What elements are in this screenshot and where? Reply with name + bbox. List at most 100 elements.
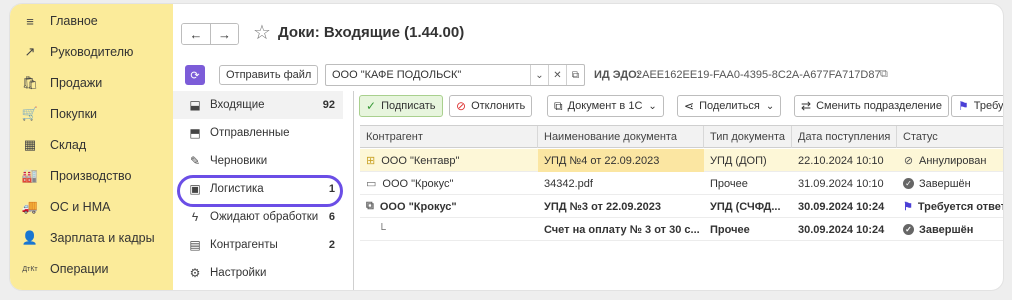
page-title: Доки: Входящие (1.44.00): [278, 24, 465, 41]
counterparty-select[interactable]: ООО "КАФЕ ПОДОЛЬСК" ⌄ ✕ ⧉: [325, 64, 585, 86]
cell-text: Счет на оплату № 3 от 30 с...: [544, 223, 700, 236]
folder-item-5[interactable]: ▤ Контрагенты 2: [173, 231, 343, 259]
factory-icon: 🏭: [21, 168, 39, 183]
column-header-4[interactable]: Статус: [897, 126, 1003, 148]
change-department-label: Сменить подразделение: [816, 100, 942, 112]
document-icon: ⧉: [554, 98, 563, 113]
person-icon: 👤: [21, 230, 39, 245]
nav-item-4[interactable]: ▦ Склад: [10, 130, 173, 160]
column-header-0[interactable]: Контрагент: [360, 126, 538, 148]
folder-item-2[interactable]: ✎ Черновики: [173, 147, 343, 175]
cell-type: Прочее: [704, 172, 792, 195]
nav-item-label: Операции: [50, 262, 109, 276]
table-row[interactable]: └ Счет на оплату № 3 от 30 с... Прочее 30.0…: [360, 218, 1003, 241]
column-header-3[interactable]: Дата поступления: [792, 126, 897, 148]
clear-icon[interactable]: ✕: [548, 65, 566, 85]
nav-item-1[interactable]: ↗ Руководителю: [10, 37, 173, 67]
table-row[interactable]: ⧉ ООО "Крокус" УПД №3 от 22.09.2023 УПД (СЧ…: [360, 195, 1003, 218]
operations-icon: ДтКт: [22, 265, 38, 273]
cell-counterparty: ⧉ ООО "Крокус": [360, 195, 538, 218]
nav-item-label: Зарплата и кадры: [50, 231, 155, 245]
nav-item-5[interactable]: 🏭 Производство: [10, 161, 173, 191]
nav-item-0[interactable]: ≡ Главное: [10, 6, 173, 36]
lightning-icon: ϟ: [191, 210, 199, 224]
contacts-icon: ▤: [189, 238, 201, 252]
folder-item-1[interactable]: ⬒ Отправленные: [173, 119, 343, 147]
cell-type: Прочее: [704, 218, 792, 241]
folder-item-6[interactable]: ⚙ Настройки: [173, 259, 343, 287]
cell-text: 31.09.2024 10:10: [798, 177, 884, 190]
table-row[interactable]: ▭ ООО "Крокус" 34342.pdf Прочее 31.09.2024 1…: [360, 172, 1003, 195]
cell-text: ООО "Кентавр": [381, 154, 460, 167]
nav-item-label: Производство: [50, 169, 132, 183]
favorite-star-icon[interactable]: ☆: [253, 20, 271, 45]
doc-1c-label: Документ в 1С: [567, 100, 643, 112]
document-icon: ▭: [366, 178, 377, 190]
inbox-icon: ⬓: [189, 98, 201, 112]
nav-item-2[interactable]: 🛍 Продажи: [10, 68, 173, 98]
requires-label: Требуе: [973, 100, 1003, 112]
tree-branch-icon: └: [378, 223, 386, 236]
cell-text: УПД №4 от 22.09.2023: [544, 154, 660, 167]
nav-item-label: ОС и НМА: [50, 200, 111, 214]
folder-item-4[interactable]: ϟ Ожидают обработки 6: [173, 203, 343, 231]
edo-id-label: ИД ЭДО:: [594, 69, 641, 81]
documents-table: Контрагент Наименование документа Тип доку…: [360, 125, 1003, 290]
documents-icon: ⧉: [366, 200, 374, 212]
nav-item-label: Продажи: [50, 76, 103, 90]
swap-icon: ⇄: [801, 99, 812, 113]
history-nav: ← →: [181, 23, 239, 45]
change-department-button[interactable]: ⇄ Сменить подразделение: [794, 95, 949, 117]
back-button[interactable]: ←: [182, 24, 210, 44]
sign-button[interactable]: ✓ Подписать: [359, 95, 443, 117]
cell-counterparty: └: [360, 218, 538, 241]
warehouse-icon: ▦: [23, 137, 37, 152]
cell-text: 30.09.2024 10:24: [798, 200, 885, 213]
cell-date: 30.09.2024 10:24: [792, 195, 897, 218]
cell-text: Завершён: [919, 223, 974, 236]
bag-icon: 🛍: [21, 75, 39, 90]
cell-text: Прочее: [710, 223, 750, 236]
copy-icon[interactable]: ⧉: [880, 68, 888, 81]
folder-item-count: 92: [322, 99, 335, 111]
send-file-button[interactable]: Отправить файл: [219, 65, 319, 85]
pencil-icon: ✎: [189, 154, 201, 168]
app-window: ≡ Главное ↗ Руководителю 🛍 Продажи 🛒 Покупки ▦ Ск…: [10, 4, 1003, 290]
doc-1c-button[interactable]: ⧉ Документ в 1С ⌄: [547, 95, 664, 117]
table-header: Контрагент Наименование документа Тип доку…: [360, 126, 1003, 148]
folder-item-label: Входящие: [210, 99, 265, 111]
reject-icon: ⊘: [456, 99, 467, 113]
reject-button[interactable]: ⊘ Отклонить: [449, 95, 533, 117]
refresh-icon[interactable]: ⟳: [185, 65, 205, 85]
cell-date: 22.10.2024 10:10: [792, 149, 897, 172]
flag-icon: ⚑: [903, 201, 913, 213]
folder-item-0[interactable]: ⬓ Входящие 92: [173, 91, 343, 119]
folder-item-label: Контрагенты: [210, 239, 278, 251]
nav-item-3[interactable]: 🛒 Покупки: [10, 99, 173, 129]
folder-item-count: 2: [328, 239, 335, 251]
share-icon: ⋖: [684, 99, 695, 113]
forward-button[interactable]: →: [210, 24, 238, 44]
reject-label: Отклонить: [471, 100, 526, 112]
nav-item-label: Главное: [50, 14, 98, 28]
cell-text: 22.10.2024 10:10: [798, 154, 884, 167]
action-toolbar: ✓ Подписать ⊘ Отклонить ⧉ Документ в 1С …: [359, 95, 1003, 117]
requires-button[interactable]: ⚑ Требуе: [951, 95, 1003, 117]
open-icon[interactable]: ⧉: [566, 65, 584, 85]
nav-item-7[interactable]: 👤 Зарплата и кадры: [10, 223, 173, 253]
cell-doc: Счет на оплату № 3 от 30 с...: [538, 218, 704, 241]
share-button[interactable]: ⋖ Поделиться ⌄: [677, 95, 782, 117]
cell-text: 30.09.2024 10:24: [798, 223, 885, 236]
nav-item-6[interactable]: 🚚 ОС и НМА: [10, 192, 173, 222]
sign-label: Подписать: [381, 100, 436, 112]
column-header-1[interactable]: Наименование документа: [538, 126, 704, 148]
share-label: Поделиться: [699, 100, 760, 112]
chevron-down-icon[interactable]: ⌄: [530, 65, 548, 85]
table-row[interactable]: ⊞ ООО "Кентавр" УПД №4 от 22.09.2023 УПД (Д…: [360, 149, 1003, 172]
column-header-2[interactable]: Тип документа: [704, 126, 792, 148]
nav-item-8[interactable]: ДтКт Операции: [10, 254, 173, 284]
trend-icon: ↗: [24, 44, 36, 59]
cell-status: ⊘ Аннулирован: [897, 149, 1003, 172]
settings-icon: ⚙: [189, 266, 201, 280]
cell-doc: УПД №4 от 22.09.2023: [538, 149, 704, 172]
